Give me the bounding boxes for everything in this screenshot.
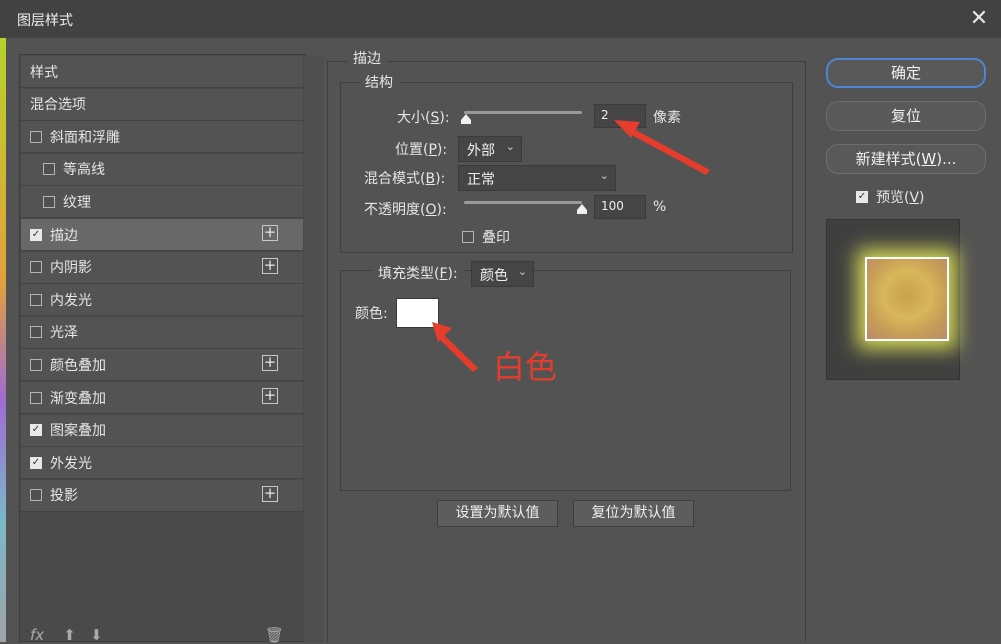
sidebar-item-label: 内发光 — [50, 292, 92, 309]
structure-title: 结构 — [359, 72, 399, 92]
sidebar-checkbox[interactable] — [30, 130, 42, 143]
preview-thumbnail — [826, 219, 960, 380]
sidebar-checkbox[interactable]: ✓ — [30, 424, 42, 437]
color-swatch[interactable] — [396, 298, 439, 328]
sidebar-checkbox[interactable] — [30, 391, 42, 404]
size-unit: 像素 — [653, 110, 681, 126]
sidebar-item-label: 样式 — [30, 64, 58, 81]
trash-icon[interactable]: 🗑 — [265, 626, 284, 644]
overprint-checkbox[interactable]: 叠印 — [462, 227, 510, 247]
sidebar-checkbox[interactable] — [30, 489, 42, 502]
sidebar-item[interactable]: ✓ 外发光 — [21, 447, 303, 480]
fx-label: fx — [30, 626, 45, 644]
preview-image — [865, 257, 949, 341]
sidebar-item[interactable]: 内发光 — [21, 284, 303, 317]
position-label: 位置(P): — [395, 142, 448, 158]
sidebar-scrollbar[interactable] — [304, 56, 324, 642]
sidebar-item[interactable]: 样式 — [21, 56, 303, 88]
style-list-panel: 样式 混合选项 斜面和浮雕 等高线 纹理 ✓ 描边 + 内阴影 + 内发光 光泽 颜色叠加 + 渐变叠加 + ✓… — [19, 54, 324, 642]
chevron-down-icon: ⌄ — [599, 169, 609, 182]
sidebar-item-label: 渐变叠加 — [50, 390, 106, 407]
blend-mode-label: 混合模式(B): — [364, 171, 446, 187]
sidebar-checkbox[interactable]: ✓ — [30, 228, 42, 241]
sidebar-item-label: 混合选项 — [30, 97, 86, 114]
opacity-slider[interactable] — [464, 201, 582, 204]
sidebar-item[interactable]: ✓ 描边 + — [21, 219, 303, 251]
annotation-text: 白色 — [493, 348, 558, 386]
sidebar-item[interactable]: 颜色叠加 + — [21, 349, 303, 382]
window-title: 图层样式 — [17, 13, 73, 29]
sidebar-checkbox[interactable] — [30, 358, 42, 371]
add-effect-icon[interactable]: + — [262, 257, 278, 274]
sidebar-item-label: 投影 — [50, 488, 78, 505]
sidebar-item-label: 纹理 — [63, 194, 91, 211]
title-bar — [0, 0, 1001, 38]
reset-default-button[interactable]: 复位为默认值 — [573, 500, 694, 527]
move-down-icon[interactable]: ⬇ — [90, 626, 103, 644]
close-icon[interactable]: ✕ — [966, 6, 992, 32]
size-slider[interactable] — [464, 111, 582, 114]
ok-button[interactable]: 确定 — [826, 58, 986, 88]
overprint-check-box[interactable] — [462, 231, 474, 243]
reset-button[interactable]: 复位 — [826, 101, 986, 131]
sidebar-item-label: 外发光 — [50, 455, 92, 472]
sidebar-item[interactable]: 光泽 — [21, 316, 303, 349]
sidebar-checkbox[interactable] — [43, 195, 55, 208]
add-effect-icon[interactable]: + — [262, 355, 278, 372]
sidebar-item[interactable]: 渐变叠加 + — [21, 382, 303, 414]
sidebar-checkbox[interactable] — [30, 261, 42, 274]
set-default-button[interactable]: 设置为默认值 — [437, 500, 558, 527]
sidebar-item[interactable]: 投影 + — [21, 479, 303, 512]
chevron-down-icon: ⌄ — [505, 140, 515, 153]
sidebar-item[interactable]: 混合选项 — [21, 88, 303, 121]
blend-mode-select[interactable]: 正常 ⌄ — [458, 165, 616, 191]
sidebar-item[interactable]: 斜面和浮雕 — [21, 121, 303, 154]
new-style-button[interactable]: 新建样式(W)... — [826, 144, 986, 174]
sidebar-checkbox[interactable] — [30, 293, 42, 306]
sidebar-item-label: 图案叠加 — [50, 423, 106, 440]
opacity-label: 不透明度(O): — [364, 202, 447, 218]
overprint-label: 叠印 — [482, 230, 510, 246]
preview-checkbox[interactable]: ✓ 预览(V) — [856, 187, 925, 207]
position-value: 外部 — [467, 143, 495, 159]
opacity-input[interactable]: 100 — [594, 195, 646, 219]
fill-type-value: 颜色 — [480, 268, 508, 284]
sidebar-checkbox[interactable]: ✓ — [30, 456, 42, 469]
size-slider-thumb[interactable] — [461, 114, 472, 124]
sidebar-item-label: 颜色叠加 — [50, 357, 106, 374]
sidebar-item-label: 内阴影 — [50, 260, 92, 277]
add-effect-icon[interactable]: + — [262, 388, 278, 404]
background-edge — [0, 38, 6, 642]
chevron-down-icon: ⌄ — [517, 265, 527, 278]
opacity-unit: % — [653, 199, 667, 215]
sidebar-item[interactable]: 等高线 — [21, 153, 303, 186]
stroke-section-title: 描边 — [347, 48, 387, 68]
sidebar-item-label: 描边 — [50, 227, 78, 244]
sidebar-checkbox[interactable] — [43, 163, 55, 176]
preview-label: 预览(V) — [876, 190, 925, 206]
fill-type-label: 填充类型(F): — [372, 263, 464, 283]
size-label: 大小(S): — [397, 110, 450, 126]
move-up-icon[interactable]: ⬆ — [63, 626, 76, 644]
add-effect-icon[interactable]: + — [262, 485, 278, 502]
blend-mode-value: 正常 — [467, 172, 495, 188]
preview-check-box[interactable]: ✓ — [856, 191, 868, 203]
sidebar-item-label: 光泽 — [50, 325, 78, 342]
fill-type-select[interactable]: 颜色 ⌄ — [471, 261, 534, 287]
color-label: 颜色: — [355, 306, 388, 322]
sidebar-checkbox[interactable] — [30, 326, 42, 339]
position-select[interactable]: 外部 ⌄ — [458, 136, 522, 162]
sidebar-item[interactable]: 内阴影 + — [21, 251, 303, 284]
sidebar-item[interactable]: 纹理 — [21, 186, 303, 219]
size-input[interactable]: 2 — [594, 104, 646, 128]
opacity-slider-thumb[interactable] — [577, 204, 587, 214]
add-effect-icon[interactable]: + — [262, 225, 278, 241]
fx-icon[interactable]: fx ⬆ ⬇ 🗑 — [30, 626, 284, 644]
sidebar-item-label: 等高线 — [63, 162, 105, 179]
sidebar-item[interactable]: ✓ 图案叠加 — [21, 414, 303, 447]
sidebar-item-label: 斜面和浮雕 — [50, 129, 120, 146]
